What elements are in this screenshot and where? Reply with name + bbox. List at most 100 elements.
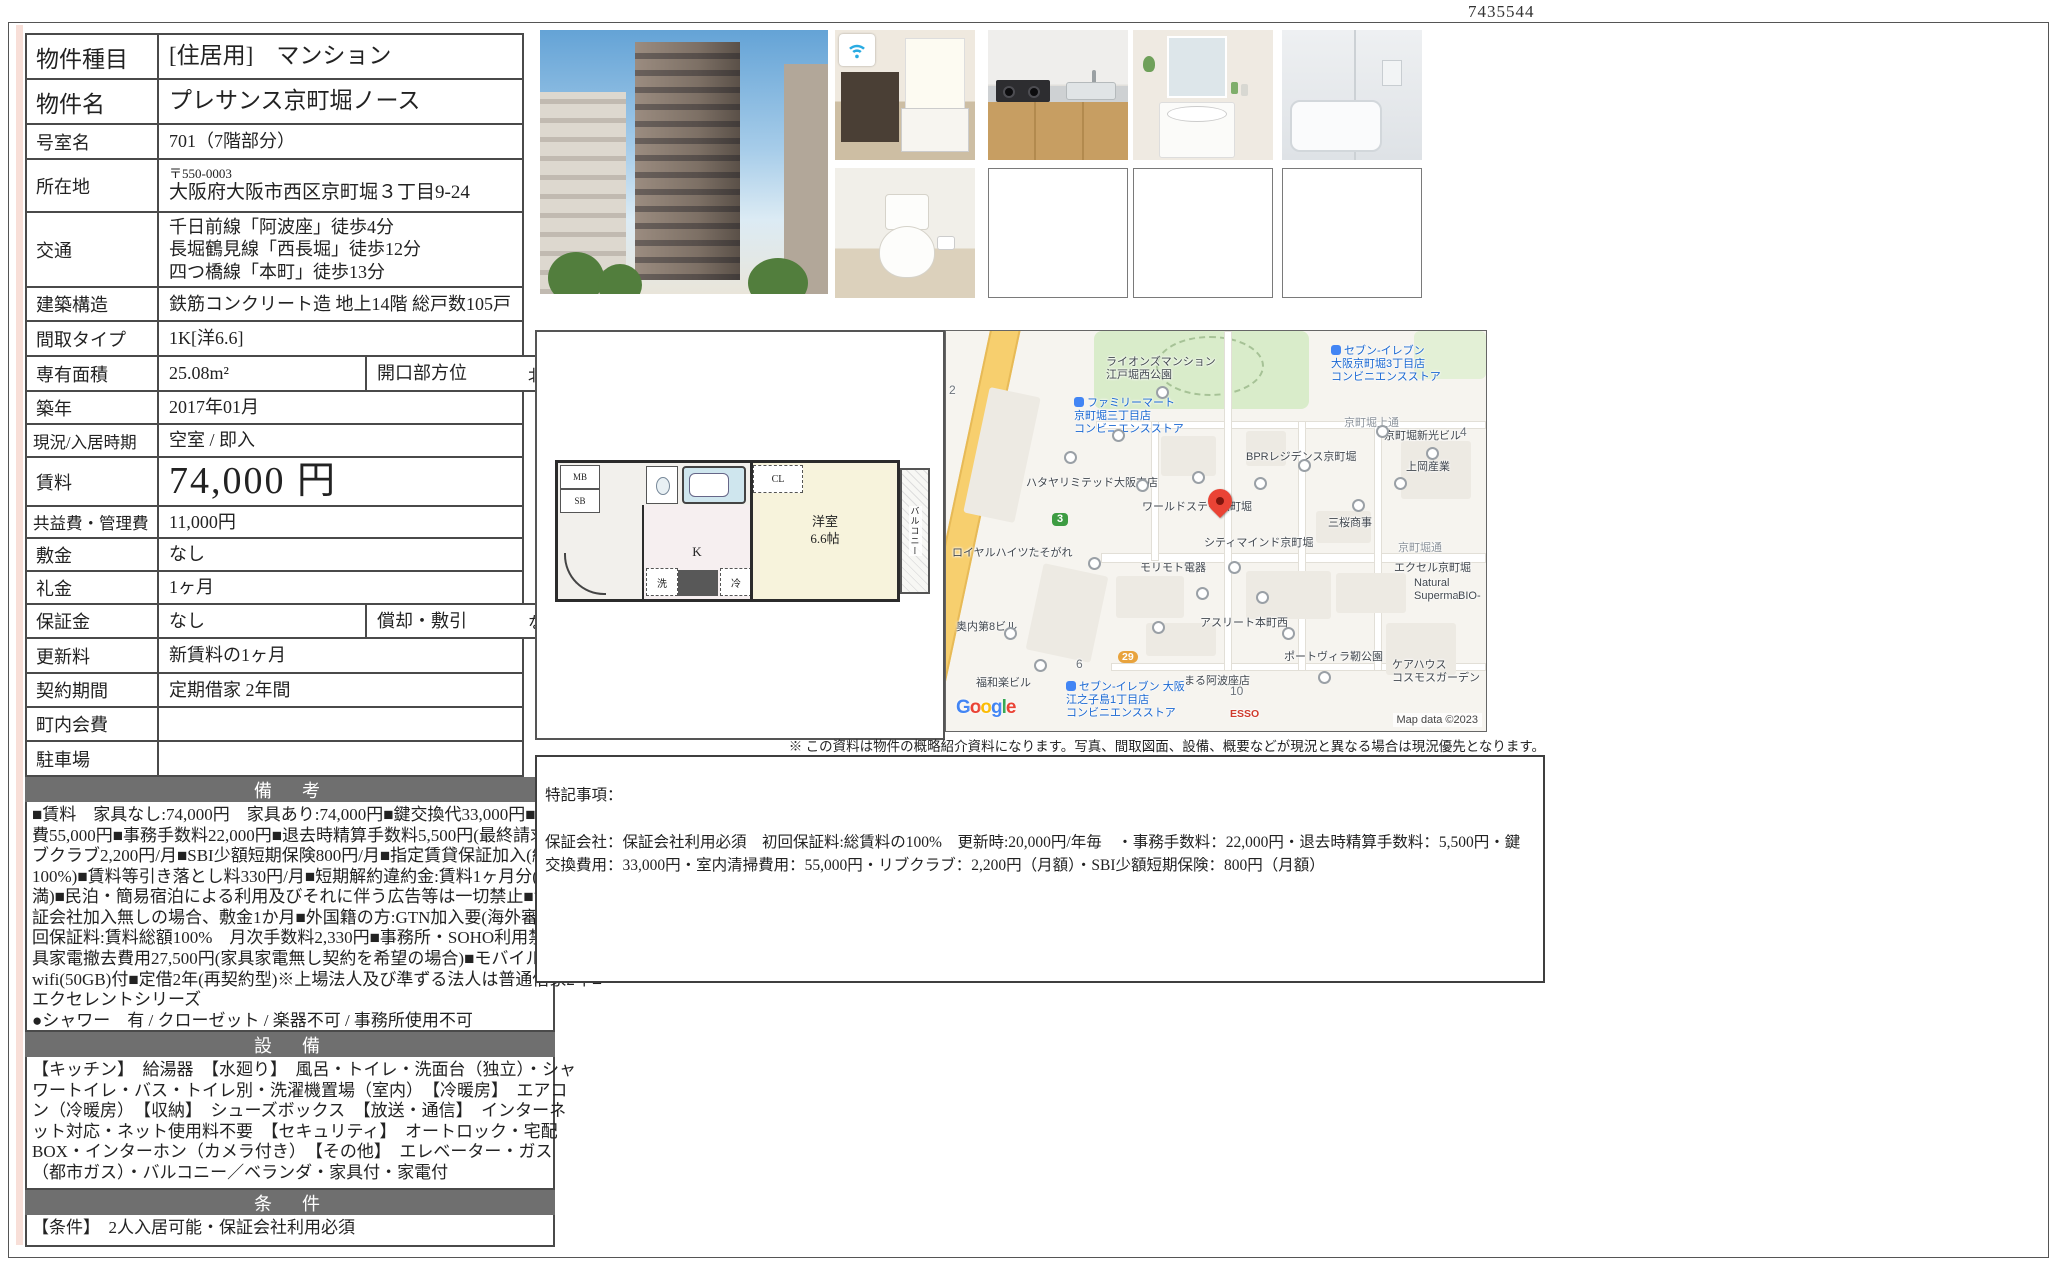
row-value: 2017年01月 (159, 396, 522, 419)
row-label: 礼金 (27, 572, 159, 603)
section-title: 設 備 (254, 1035, 326, 1056)
property-spec-table: 物件種目 [住居用] マンション 物件名 プレサンス京町堀ノース 号室名 701… (25, 33, 600, 777)
washer-label: 洗 (657, 578, 667, 590)
remarks-text: ■賃料 家具なし:74,000円 家具あり:74,000円■鍵交換代33,000… (32, 805, 604, 1031)
conditions-header-bar: 条 件 (25, 1190, 555, 1215)
label-text: 償却・敷引 (377, 610, 467, 631)
tub-icon (689, 473, 729, 497)
map-label: BIO- (1458, 590, 1481, 602)
table-row-floor-area: 専有面積 25.08m² 開口部方位 北 (27, 355, 600, 392)
label-text: 所在地 (36, 176, 90, 197)
row-label: 更新料 (27, 639, 159, 672)
row-label: 敷金 (27, 539, 159, 570)
mirror-shape (1167, 36, 1227, 98)
row-label: 間取タイプ (27, 322, 159, 355)
bath-unit (682, 466, 746, 504)
google-logo-letter: e (1005, 697, 1017, 718)
map-poi-pin (1282, 627, 1295, 640)
value-text: 鉄筋コンクリート造 地上14階 総戸数105戸 (169, 293, 511, 314)
value-text: 11,000円 (169, 511, 236, 532)
map-poi-pin (1156, 386, 1169, 399)
fridge-space: 冷 (720, 568, 752, 596)
label-text: 駐車場 (36, 749, 90, 770)
map-label: 29 (1118, 651, 1138, 664)
map-label: 京町堀新光ビル (1384, 430, 1461, 442)
map-poi-pin (1318, 671, 1331, 684)
label-text: 更新料 (36, 646, 90, 667)
google-logo: Google (956, 697, 1017, 719)
row-value: 〒550-0003 大阪府大阪市西区京町堀３丁目9-24 (159, 166, 522, 205)
map-label: 三桜商事 (1328, 517, 1372, 529)
google-logo-letter: o (980, 697, 992, 718)
paper-holder-shape (937, 236, 955, 250)
table-row-layout-type: 間取タイプ 1K[洋6.6] (27, 322, 522, 357)
label-text: 専有面積 (36, 364, 108, 385)
photo-bathroom (1282, 30, 1422, 160)
label-text: 契約期間 (36, 681, 108, 701)
row-label: 交通 (27, 213, 159, 286)
map-label: アスリート本町西 (1200, 617, 1288, 629)
map-poi-pin (1064, 451, 1077, 464)
stove-block (678, 570, 718, 596)
map-poi-pin (1152, 621, 1165, 634)
row-sublabel: 償却・敷引 (365, 605, 522, 637)
cabinet-shape (988, 102, 1128, 160)
washer-space: 洗 (646, 568, 678, 596)
room-label: 洋室 6.6帖 (810, 514, 840, 546)
map-building-block (1336, 573, 1406, 613)
value-text: なし (169, 610, 205, 631)
map-poi-pin (1352, 499, 1365, 512)
wifi-icon (839, 34, 875, 66)
mb-label: MB (572, 472, 587, 482)
conditions-line: 【条件】 2人入居可能・保証会社利用必須 (32, 1218, 355, 1237)
map-label: モリモト電器 (1140, 562, 1206, 574)
floorplan-meter-box: MB (560, 465, 600, 489)
table-row-renewal-fee: 更新料 新賃料の1ヶ月 (27, 639, 522, 674)
map-label: 京町堀上通 (1344, 417, 1399, 429)
conditions-text: 【条件】 2人入居可能・保証会社利用必須 (32, 1218, 552, 1239)
major-road (946, 331, 1023, 731)
balcony-label: バルコニー (908, 506, 922, 556)
label-text: 開口部方位 (377, 363, 467, 384)
row-value: プレサンス京町堀ノース (159, 87, 522, 116)
label-text: 物件種目 (36, 46, 128, 72)
remarks-shower-line: ●シャワー 有 / クローゼット / 楽器不可 / 事務所使用不可 (32, 1010, 473, 1030)
bottle-shape (1231, 82, 1238, 94)
section-title: 備 考 (254, 780, 326, 801)
map-poi-pin (1254, 477, 1267, 490)
kitchen-label: K (692, 544, 702, 559)
map-poi-pin (1394, 477, 1407, 490)
conditions-box: 【条件】 2人入居可能・保証会社利用必須 (25, 1215, 555, 1247)
label-text: 敷金 (36, 545, 72, 566)
burner-shape (1028, 86, 1040, 98)
label-text: 建築構造 (36, 295, 108, 315)
row-label: 建築構造 (27, 288, 159, 320)
map-label: 3 (1052, 513, 1069, 526)
map-poi-pin (1088, 557, 1101, 570)
table-row-rent: 賃料 74,000 円 (27, 458, 522, 507)
balcony: バルコニー (900, 468, 930, 594)
row-value: [住居用] マンション (159, 42, 522, 71)
table-row-structure: 建築構造 鉄筋コンクリート造 地上14階 総戸数105戸 (27, 288, 522, 322)
special-notes-text: 特記事項： 保証会社：保証会社利用必須 初回保証料:総賃料の100% 更新時:2… (545, 761, 1535, 901)
google-logo-letter: g (991, 697, 1003, 718)
closet: CL (753, 465, 803, 493)
map-poi-pin (1034, 659, 1047, 672)
table-row-transport: 交通 千日前線「阿波座」徒歩4分 長堀鶴見線「西長堀」徒歩12分 四つ橋線「本町… (27, 213, 522, 288)
bathtub-shape (1290, 100, 1382, 152)
equipment-header-bar: 設 備 (25, 1032, 555, 1057)
map-label: シティマインド京町堀 (1204, 537, 1314, 549)
gas-stove-shape (996, 80, 1050, 102)
map-label: 京町堀通 (1398, 542, 1442, 554)
row-label: 町内会費 (27, 708, 159, 740)
table-row-key-money: 礼金 1ヶ月 (27, 572, 522, 605)
scan-artifact-strip (16, 25, 23, 1245)
map-label: 6 (1076, 657, 1083, 671)
row-value: 鉄筋コンクリート造 地上14階 総戸数105戸 (159, 293, 522, 316)
map-label: ライオンズマンション 江戸堀西公園 (1106, 356, 1216, 381)
map-poi-pin (1298, 459, 1311, 472)
map-label: ファミリーマート 京町堀三丁目店 コンビニエンスストア (1074, 397, 1184, 435)
map-poi-pin (1256, 591, 1269, 604)
equipment-box: 【キッチン】 給湯器 【水廻り】 風呂・トイレ・洗面台（独立）・シャワートイレ・… (25, 1057, 576, 1190)
value-text: 2017年01月 (169, 397, 259, 418)
